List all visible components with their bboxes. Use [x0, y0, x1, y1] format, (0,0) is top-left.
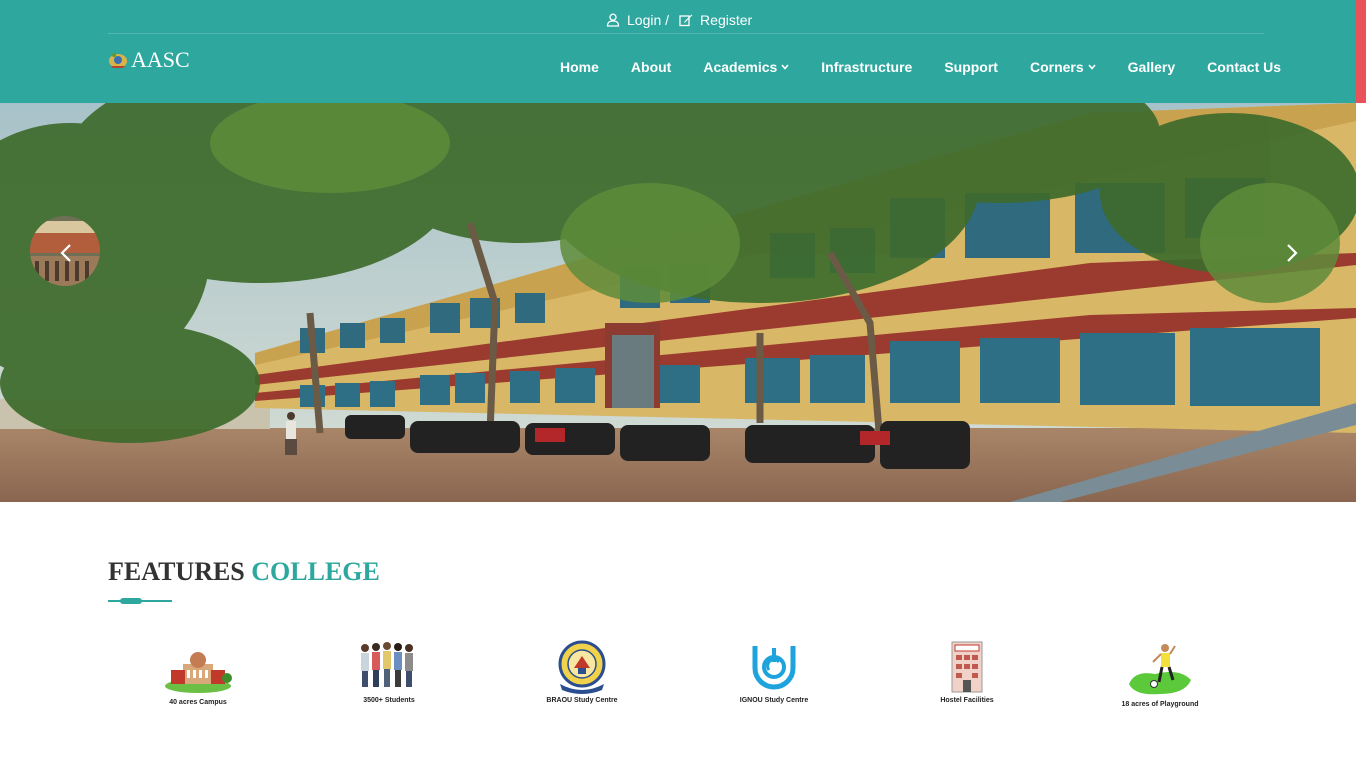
campus-icon: [165, 652, 232, 693]
features-heading-accent: COLLEGE: [251, 557, 380, 586]
feature-hostel[interactable]: Hostel Facilities: [897, 640, 1037, 720]
header-divider: [108, 33, 1264, 34]
nav-item-label: Gallery: [1127, 59, 1176, 75]
top-bar: Login / Register: [0, 0, 1366, 40]
feature-braou[interactable]: BRAOU Study Centre: [512, 640, 652, 720]
nav-item-support[interactable]: Support: [944, 58, 998, 76]
nav-item-home[interactable]: Home: [560, 58, 599, 76]
feature-label: BRAOU Study Centre: [546, 697, 618, 704]
braou-emblem-icon: [558, 640, 606, 694]
college-emblem-icon: [109, 53, 127, 68]
nav-item-label: About: [630, 59, 672, 75]
campus-building-photo: [0, 103, 1356, 502]
feature-campus[interactable]: 40 acres Campus: [128, 640, 268, 720]
feature-students[interactable]: 3500+ Students: [319, 640, 459, 720]
logo-text: AASC: [131, 47, 190, 72]
nav-item-label: Support: [944, 59, 998, 75]
playground-icon: [1129, 644, 1191, 695]
nav-item-label: Infrastructure: [821, 59, 913, 75]
nav-item-contact-us[interactable]: Contact Us: [1207, 58, 1281, 76]
feature-label: 18 acres of Playground: [1121, 701, 1199, 708]
hostel-icon: [951, 641, 983, 693]
login-label: Login /: [627, 12, 670, 28]
site-logo[interactable]: AASC: [108, 47, 190, 73]
site-header: Login / Register AASC Home About Academics…: [0, 0, 1366, 103]
nav-item-infrastructure[interactable]: Infrastructure: [821, 58, 912, 76]
feature-playground[interactable]: 18 acres of Playground: [1090, 640, 1230, 720]
feature-label: 40 acres Campus: [169, 699, 227, 706]
students-icon: [361, 642, 413, 687]
auth-links: Login / Register: [606, 12, 752, 28]
feature-ignou[interactable]: IGNOU Study Centre: [704, 640, 844, 720]
edit-icon: [679, 14, 693, 27]
nav-item-about[interactable]: About: [631, 58, 671, 76]
main-navigation: Home About Academics Infrastructure Support C…: [560, 58, 1281, 76]
ignou-logo-icon: [752, 646, 796, 690]
features-heading-main: FEATURES: [108, 557, 245, 586]
features-heading: FEATURES COLLEGE: [108, 557, 380, 587]
chevron-down-icon: [1088, 64, 1096, 70]
nav-item-label: Contact Us: [1207, 59, 1282, 75]
slider-next-button[interactable]: [1282, 242, 1302, 264]
nav-item-corners[interactable]: Corners: [1030, 58, 1096, 76]
register-link[interactable]: Register: [679, 12, 752, 28]
nav-item-label: Academics: [703, 59, 778, 75]
nav-item-label: Corners: [1029, 59, 1084, 75]
hero-slider: [0, 103, 1356, 502]
slider-prev-button[interactable]: [56, 242, 76, 264]
login-link[interactable]: Login /: [606, 12, 669, 28]
chevron-down-icon: [781, 64, 789, 70]
feature-label: Hostel Facilities: [940, 697, 994, 704]
feature-label: 3500+ Students: [363, 697, 415, 704]
nav-item-gallery[interactable]: Gallery: [1128, 58, 1175, 76]
nav-item-academics[interactable]: Academics: [703, 58, 789, 76]
features-list: 40 acres Campus 3500+ Students BRAOU Stu…: [108, 640, 1258, 720]
user-icon: [606, 13, 620, 27]
nav-item-label: Home: [560, 59, 599, 75]
feature-label: IGNOU Study Centre: [739, 697, 809, 704]
heading-underline: [108, 598, 172, 604]
register-label: Register: [700, 12, 753, 28]
